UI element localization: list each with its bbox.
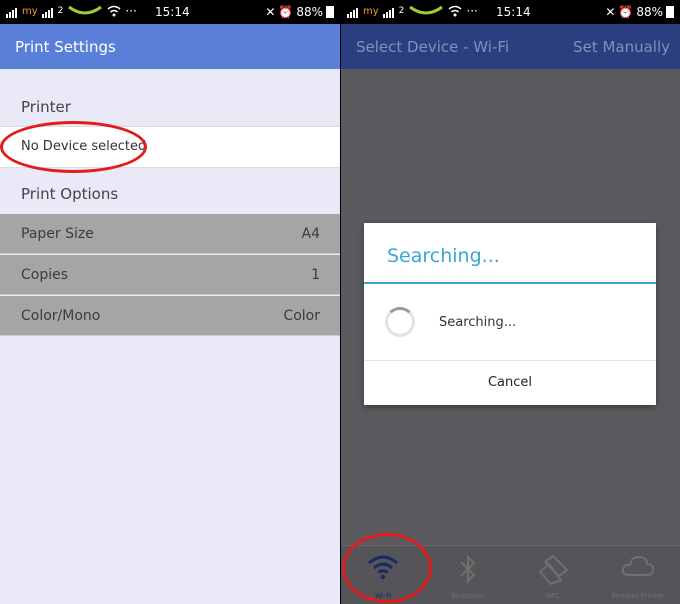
- swoosh-icon: [409, 5, 444, 15]
- option-label: Copies: [21, 266, 69, 283]
- nfc-icon: [538, 554, 569, 586]
- searching-dialog: Searching... Searching... Cancel: [364, 223, 656, 405]
- mute-icon: ✕: [265, 5, 276, 19]
- tab-label: Bluetooth: [451, 592, 486, 600]
- carrier-label: my: [363, 5, 379, 17]
- alarm-icon: ⏰: [278, 5, 294, 19]
- page-title: Select Device - Wi-Fi: [356, 37, 510, 56]
- highlight-circle: [342, 533, 432, 603]
- tab-label: NFC: [545, 592, 560, 600]
- signal-icon: [6, 4, 18, 18]
- option-value: 1: [311, 266, 320, 283]
- wifi-status-icon: [448, 5, 462, 17]
- app-bar: Print Settings: [0, 24, 340, 69]
- clock: 15:14: [496, 5, 531, 19]
- cloud-icon: [621, 555, 654, 576]
- signal-icon: [347, 4, 359, 18]
- color-mono-option[interactable]: Color/Mono Color: [0, 296, 340, 336]
- option-label: Paper Size: [21, 225, 94, 242]
- option-value: A4: [301, 225, 320, 242]
- status-bar: my 2 ··· 15:14 ✕ ⏰ 88%: [0, 0, 340, 24]
- network-label: 2: [398, 6, 405, 16]
- battery-level: 88%: [636, 5, 663, 19]
- dialog-title: Searching...: [387, 245, 500, 267]
- app-bar: Select Device - Wi-Fi Set Manually: [341, 24, 680, 69]
- page-title: Print Settings: [15, 37, 116, 56]
- battery-icon: [326, 6, 334, 18]
- network-label: 2: [57, 6, 64, 16]
- paper-size-option[interactable]: Paper Size A4: [0, 214, 340, 254]
- more-icon: ···: [466, 4, 478, 18]
- dialog-message: Searching...: [439, 315, 517, 330]
- carrier-label: my: [22, 5, 38, 17]
- tab-nfc[interactable]: NFC: [511, 546, 596, 604]
- option-label: Color/Mono: [21, 307, 101, 324]
- swoosh-icon: [68, 5, 103, 15]
- battery-level: 88%: [296, 5, 323, 19]
- signal-2-icon: [41, 4, 54, 18]
- set-manually-button[interactable]: Set Manually: [573, 38, 680, 56]
- print-settings-screen: my 2 ··· 15:14 ✕ ⏰ 88% Print Settings Pr…: [0, 0, 340, 604]
- wifi-status-icon: [107, 5, 121, 17]
- more-icon: ···: [125, 4, 137, 18]
- highlight-circle: [0, 121, 147, 173]
- print-options-section-label: Print Options: [21, 185, 119, 203]
- mute-icon: ✕: [605, 5, 616, 19]
- battery-icon: [666, 6, 674, 18]
- select-device-screen: my 2 ··· 15:14 ✕ ⏰ 88% Select Device - W…: [341, 0, 680, 604]
- printer-section-label: Printer: [21, 98, 71, 116]
- status-bar: my 2 ··· 15:14 ✕ ⏰ 88%: [341, 0, 680, 24]
- tab-label: Remote Printer: [611, 592, 664, 600]
- copies-option[interactable]: Copies 1: [0, 255, 340, 295]
- loading-spinner-icon: [385, 307, 415, 337]
- tab-bluetooth[interactable]: Bluetooth: [426, 546, 511, 604]
- dialog-divider: [364, 282, 656, 284]
- option-value: Color: [283, 307, 320, 324]
- alarm-icon: ⏰: [618, 5, 634, 19]
- bluetooth-icon: [460, 554, 476, 584]
- cancel-button[interactable]: Cancel: [364, 361, 656, 405]
- signal-2-icon: [382, 4, 395, 18]
- clock: 15:14: [155, 5, 190, 19]
- tab-remote-printer[interactable]: Remote Printer: [595, 546, 680, 604]
